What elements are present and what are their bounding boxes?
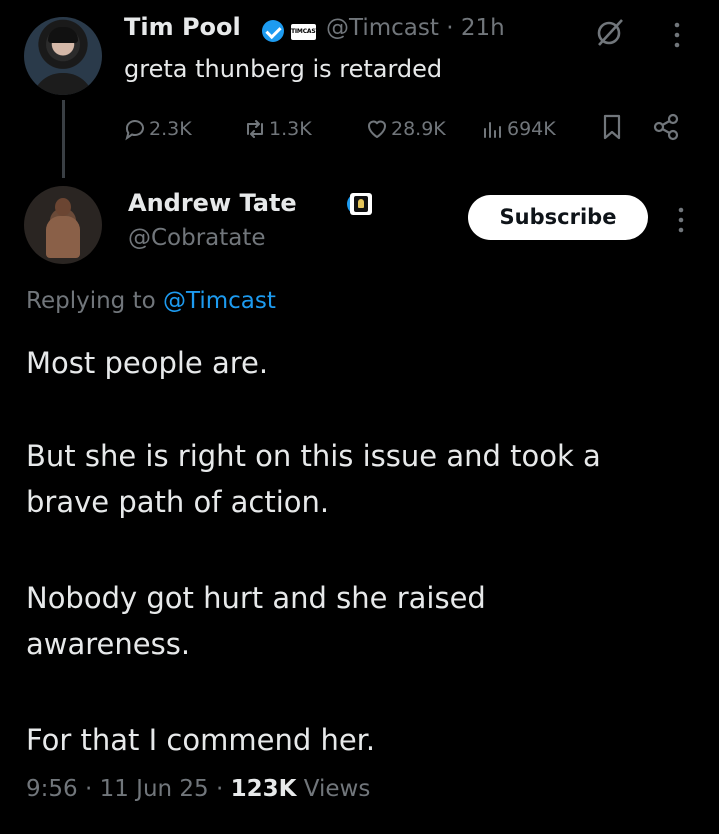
repost-icon bbox=[247, 120, 263, 138]
separator-dot: · bbox=[446, 15, 454, 41]
tweet-meta: 9:56 · 11 Jun 25 · 123K Views bbox=[26, 776, 370, 802]
repost-count: 1.3K bbox=[269, 118, 312, 140]
post-time: 21h bbox=[460, 15, 505, 41]
affiliate-badge-timcast[interactable]: TIMCAST bbox=[291, 24, 316, 40]
repost-button[interactable]: 1.3K bbox=[243, 114, 312, 144]
views-total[interactable]: 123K bbox=[231, 776, 297, 802]
separator-dot: · bbox=[84, 776, 93, 802]
verified-badge-icon[interactable] bbox=[262, 20, 284, 42]
replying-to-line: Replying to @Timcast bbox=[26, 288, 276, 314]
replying-prefix: Replying to bbox=[26, 288, 156, 314]
tweet-paragraph: Most people are. bbox=[26, 346, 269, 380]
avatar-timcast[interactable] bbox=[24, 17, 102, 95]
like-count: 28.9K bbox=[391, 118, 446, 140]
views-label: Views bbox=[303, 776, 371, 802]
views-button[interactable]: 694K bbox=[481, 114, 556, 144]
like-button[interactable]: 28.9K bbox=[365, 114, 446, 144]
tweet-paragraph: Nobody got hurt and she raised awareness… bbox=[26, 581, 486, 661]
affiliate-badge-graphic bbox=[354, 196, 368, 212]
author-handle: @Timcast bbox=[326, 15, 439, 41]
post-time[interactable]: 9:56 bbox=[26, 776, 78, 802]
reply-button[interactable]: 2.3K bbox=[123, 114, 192, 144]
share-icon[interactable] bbox=[652, 113, 680, 141]
avatar-shoulders bbox=[32, 73, 94, 95]
avatar-cobratate[interactable] bbox=[24, 186, 102, 264]
post-date[interactable]: 11 Jun 25 bbox=[100, 776, 209, 802]
affiliate-badge-icon[interactable] bbox=[350, 193, 372, 215]
more-vertical-icon[interactable] bbox=[676, 205, 686, 235]
handle-time-timcast[interactable]: @Timcast · 21h bbox=[326, 15, 505, 41]
more-vertical-icon[interactable] bbox=[672, 20, 682, 50]
author-handle-cobratate[interactable]: @Cobratate bbox=[128, 225, 266, 251]
tweet-paragraph: But she is right on this issue and took … bbox=[26, 439, 601, 519]
avatar-head bbox=[55, 198, 71, 216]
heart-icon bbox=[368, 120, 386, 138]
separator-dot: · bbox=[216, 776, 224, 802]
grok-icon[interactable] bbox=[595, 17, 625, 47]
tweet-paragraph: For that I commend her. bbox=[26, 723, 376, 757]
avatar-torso bbox=[46, 216, 80, 258]
replying-to-mention-link[interactable]: @Timcast bbox=[163, 288, 276, 314]
tweet-text-parent: greta thunberg is retarded bbox=[124, 55, 443, 83]
views-count: 694K bbox=[507, 118, 556, 140]
subscribe-button[interactable]: Subscribe bbox=[468, 195, 648, 240]
author-name-timcast[interactable]: Tim Pool bbox=[124, 13, 241, 41]
reply-count: 2.3K bbox=[149, 118, 192, 140]
views-icon bbox=[484, 122, 501, 138]
reply-icon bbox=[125, 120, 144, 141]
author-name-cobratate[interactable]: Andrew Tate bbox=[128, 189, 297, 217]
bookmark-icon[interactable] bbox=[600, 113, 624, 141]
avatar-beanie bbox=[48, 27, 78, 43]
thread-connector-line bbox=[62, 100, 65, 178]
